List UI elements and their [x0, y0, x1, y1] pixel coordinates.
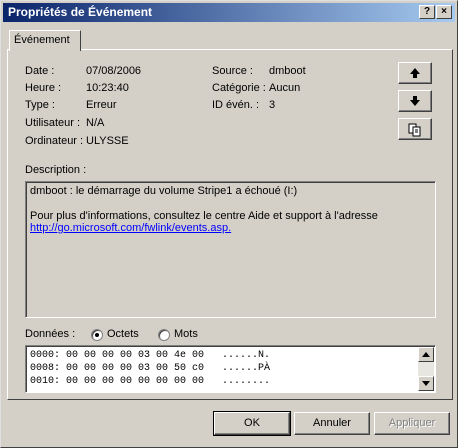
data-row: 0008: 00 00 00 00 03 00 50 c0 ......PÀ	[30, 363, 271, 374]
date-label: Date :	[25, 65, 55, 77]
mots-radio[interactable]	[158, 329, 170, 341]
scroll-up-button[interactable]	[418, 347, 434, 362]
source-label: Source :	[212, 65, 253, 77]
id-value: 3	[269, 99, 276, 111]
previous-event-button[interactable]	[398, 62, 432, 84]
donnees-label: Données :	[25, 328, 76, 340]
window-title: Propriétés de Événement	[8, 5, 153, 19]
ok-button[interactable]: OK	[213, 411, 291, 436]
arrow-up-icon	[410, 68, 420, 78]
help-link[interactable]: http://go.microsoft.com/fwlink/events.as…	[30, 222, 231, 234]
heure-label: Heure :	[25, 82, 62, 94]
type-label: Type :	[25, 99, 55, 111]
copy-button[interactable]	[398, 118, 432, 140]
scroll-down-icon	[422, 381, 430, 386]
description-box[interactable]: dmboot : le démarrage du volume Stripe1 …	[25, 181, 436, 318]
description-line: dmboot : le démarrage du volume Stripe1 …	[30, 185, 298, 197]
id-label: ID évén. :	[212, 99, 260, 111]
utilisateur-label: Utilisateur :	[25, 117, 81, 129]
date-value: 07/08/2006	[86, 65, 142, 77]
description-label: Description :	[25, 164, 87, 176]
description-info-line: Pour plus d'informations, consultez le c…	[30, 210, 378, 222]
next-event-button[interactable]	[398, 90, 432, 112]
data-box[interactable]: 0000: 00 00 00 00 03 00 4e 00 ......N. 0…	[25, 345, 436, 393]
ordinateur-value: ULYSSE	[86, 135, 129, 147]
categorie-label: Catégorie :	[212, 82, 266, 94]
utilisateur-value: N/A	[86, 117, 105, 129]
ordinateur-label: Ordinateur :	[25, 135, 84, 147]
octets-radio[interactable]	[91, 329, 103, 341]
heure-value: 10:23:40	[86, 82, 129, 94]
mots-label[interactable]: Mots	[174, 328, 198, 340]
close-button[interactable]: ×	[436, 5, 452, 19]
scroll-up-icon	[422, 352, 430, 357]
help-button[interactable]: ?	[419, 5, 435, 19]
arrow-down-icon	[410, 96, 420, 106]
octets-label[interactable]: Octets	[107, 328, 139, 340]
copy-icon	[408, 123, 421, 137]
tab-evenement[interactable]: Événement	[9, 30, 81, 51]
tab-evenement-label: Événement	[14, 34, 70, 46]
data-row: 0010: 00 00 00 00 00 00 00 00 ........	[30, 376, 271, 387]
scroll-down-button[interactable]	[418, 376, 434, 391]
annuler-button[interactable]: Annuler	[294, 412, 370, 435]
data-row: 0000: 00 00 00 00 03 00 4e 00 ......N.	[30, 350, 271, 361]
categorie-value: Aucun	[269, 82, 301, 94]
source-value: dmboot	[269, 65, 306, 77]
appliquer-button[interactable]: Appliquer	[374, 412, 450, 435]
title-bar[interactable]: Propriétés de Événement ? ×	[3, 3, 455, 22]
event-properties-dialog: Propriétés de Événement ? × Événement Da…	[0, 0, 458, 448]
data-scrollbar[interactable]	[418, 347, 434, 391]
type-value: Erreur	[86, 99, 117, 111]
